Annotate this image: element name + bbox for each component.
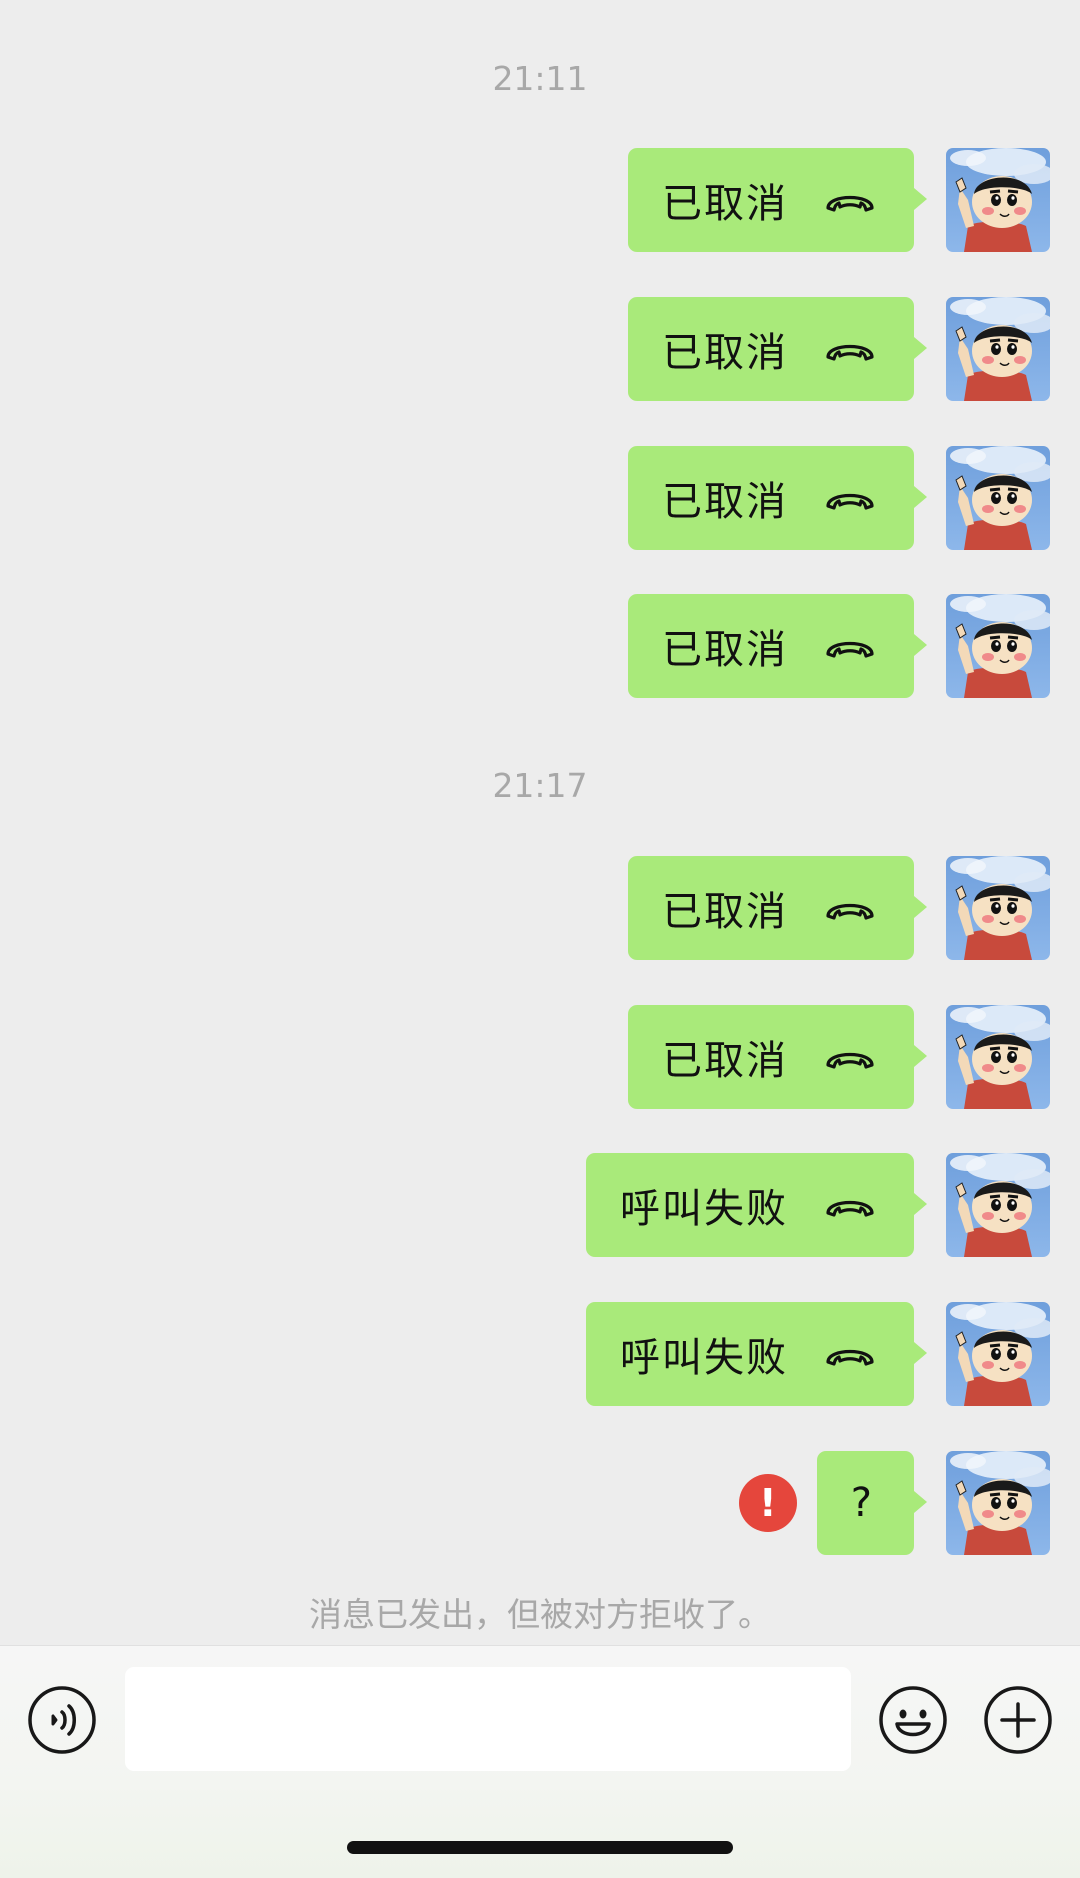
message-row: 已取消: [628, 594, 1050, 698]
message-text: 已取消: [662, 181, 788, 227]
text-bubble[interactable]: ?: [816, 1451, 928, 1555]
message-row: 已取消: [628, 148, 1050, 252]
phone-hangup-icon: [824, 1340, 876, 1368]
avatar[interactable]: [946, 1302, 1050, 1406]
call-bubble[interactable]: 呼叫失败: [586, 1302, 927, 1406]
phone-hangup-icon: [824, 894, 876, 922]
message-text: ?: [850, 1480, 874, 1526]
phone-hangup-icon: [824, 484, 876, 512]
phone-hangup-icon: [824, 632, 876, 660]
error-exclamation-icon[interactable]: !: [738, 1474, 797, 1532]
message-row: ! ?: [738, 1451, 1050, 1555]
avatar[interactable]: [946, 1451, 1050, 1555]
message-row: 呼叫失败: [586, 1302, 1050, 1406]
call-bubble[interactable]: 呼叫失败: [586, 1153, 927, 1257]
plus-icon[interactable]: [982, 1684, 1054, 1756]
message-row: 已取消: [628, 297, 1050, 401]
avatar[interactable]: [946, 148, 1050, 252]
emoji-icon[interactable]: [877, 1684, 949, 1756]
message-text: 已取消: [662, 627, 788, 673]
timestamp: 21:17: [492, 766, 588, 805]
home-indicator[interactable]: [347, 1841, 733, 1854]
phone-hangup-icon: [824, 186, 876, 214]
message-text: 呼叫失败: [620, 1335, 788, 1381]
avatar[interactable]: [946, 297, 1050, 401]
message-row: 已取消: [628, 446, 1050, 550]
message-row: 已取消: [628, 1005, 1050, 1109]
avatar[interactable]: [946, 856, 1050, 960]
message-text: 已取消: [662, 889, 788, 935]
call-bubble[interactable]: 已取消: [628, 856, 927, 960]
avatar[interactable]: [946, 1153, 1050, 1257]
call-bubble[interactable]: 已取消: [628, 1005, 927, 1109]
avatar[interactable]: [946, 594, 1050, 698]
message-text: 已取消: [662, 330, 788, 376]
call-bubble[interactable]: 已取消: [628, 297, 927, 401]
chat-area[interactable]: 21:11 已取消 已取消 已取消 已取消 21:17 已取消 已取消 呼叫失败…: [0, 0, 1080, 1645]
message-row: 呼叫失败: [586, 1153, 1050, 1257]
call-bubble[interactable]: 已取消: [628, 594, 927, 698]
avatar[interactable]: [946, 1005, 1050, 1109]
call-bubble[interactable]: 已取消: [628, 446, 927, 550]
message-text: 已取消: [662, 479, 788, 525]
timestamp: 21:11: [492, 59, 588, 98]
call-bubble[interactable]: 已取消: [628, 148, 927, 252]
phone-hangup-icon: [824, 335, 876, 363]
message-text: 已取消: [662, 1038, 788, 1084]
system-notice: 消息已发出，但被对方拒收了。: [309, 1595, 771, 1634]
message-input[interactable]: [125, 1667, 851, 1771]
message-text: 呼叫失败: [620, 1186, 788, 1232]
avatar[interactable]: [946, 446, 1050, 550]
phone-hangup-icon: [824, 1043, 876, 1071]
message-row: 已取消: [628, 856, 1050, 960]
voice-icon[interactable]: [26, 1684, 98, 1756]
phone-hangup-icon: [824, 1191, 876, 1219]
